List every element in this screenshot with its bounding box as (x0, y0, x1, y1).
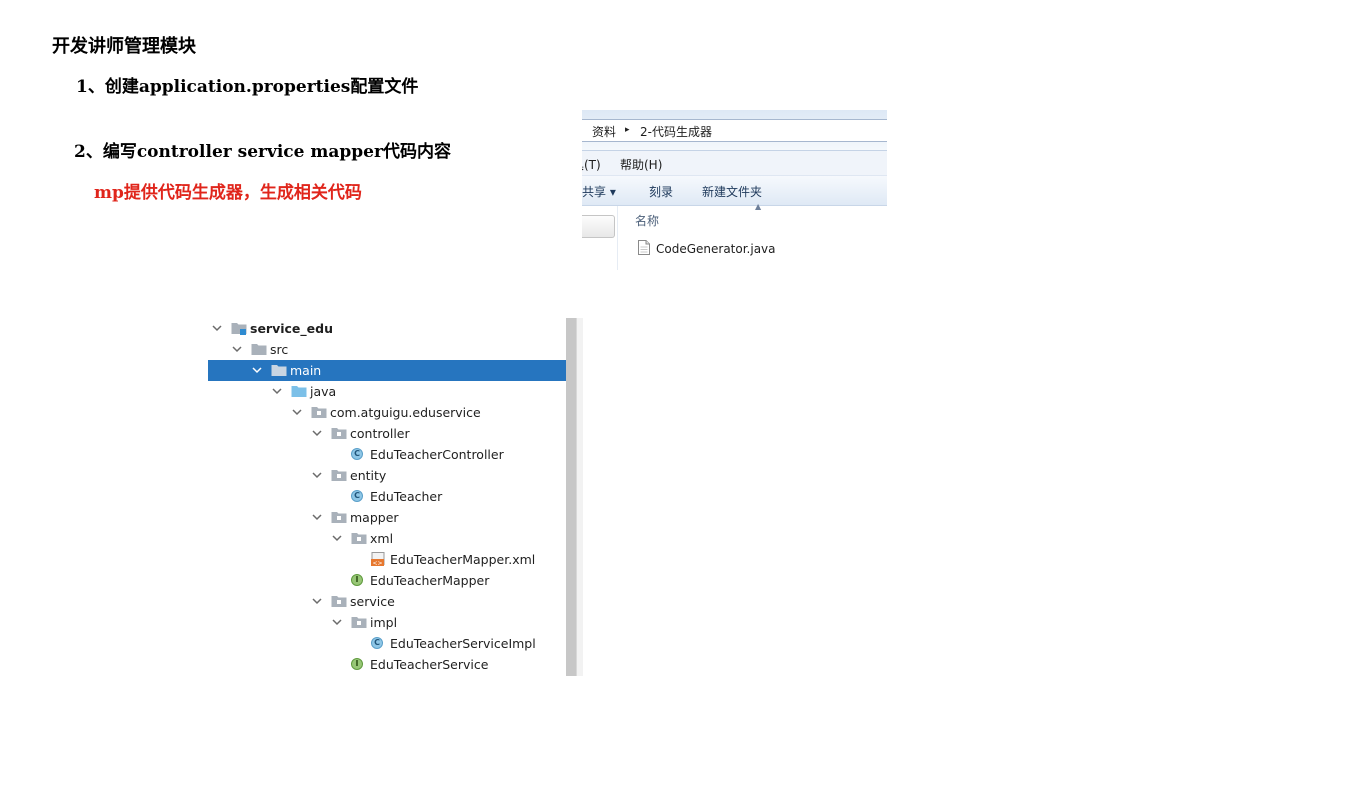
note-text: mp提供代码生成器，生成相关代码 (94, 183, 362, 203)
document-title: 开发讲师管理模块 (52, 36, 196, 57)
tree-item-src[interactable]: src (208, 339, 576, 360)
tree-item-impl[interactable]: impl (208, 612, 576, 633)
scrollbar-track (576, 318, 583, 676)
chevron-down-icon[interactable] (311, 511, 323, 523)
tree-item-label: mapper (350, 510, 399, 525)
menu-item-help[interactable]: 帮助(H) (620, 156, 662, 173)
chevron-down-icon[interactable] (291, 406, 303, 418)
tree-item-label: entity (350, 468, 387, 483)
tree-item-label: EduTeacherController (370, 447, 504, 462)
package-icon (351, 617, 367, 628)
column-header-name[interactable]: 名称 (635, 212, 659, 229)
java-class-icon: C (351, 448, 363, 460)
tree-item-eduteachermapper-xml[interactable]: <> EduTeacherMapper.xml (208, 549, 576, 570)
chevron-down-icon[interactable] (331, 532, 343, 544)
tree-item-com-atguigu-eduservice[interactable]: com.atguigu.eduservice (208, 402, 576, 423)
address-bar: 资料 ▸ 2-代码生成器 (582, 110, 887, 151)
tree-item-mapper[interactable]: mapper (208, 507, 576, 528)
tree-item-label: EduTeacherService (370, 657, 489, 672)
folder-icon (271, 365, 287, 376)
chevron-down-icon[interactable] (231, 343, 243, 355)
chevron-down-icon[interactable] (271, 385, 283, 397)
package-icon (311, 407, 327, 418)
tree-item-service[interactable]: service (208, 591, 576, 612)
xml-file-icon: <> (371, 552, 385, 566)
java-class-icon: C (351, 490, 363, 502)
tree-item-label: main (290, 363, 322, 378)
package-icon (331, 470, 347, 481)
share-button[interactable]: 共享 ▾ (582, 183, 616, 200)
tree-item-xml[interactable]: xml (208, 528, 576, 549)
package-icon (351, 533, 367, 544)
tree-item-label: controller (350, 426, 410, 441)
tree-item-service-edu[interactable]: service_edu (208, 318, 576, 339)
tree-item-controller[interactable]: controller (208, 423, 576, 444)
chevron-down-icon[interactable] (311, 469, 323, 481)
tree-item-label: impl (370, 615, 398, 630)
package-icon (331, 596, 347, 607)
nav-pane-item[interactable] (582, 215, 615, 238)
tree-item-label: service_edu (250, 321, 333, 336)
breadcrumb-item-generator[interactable]: 2-代码生成器 (640, 123, 712, 140)
package-icon (331, 512, 347, 523)
java-interface-icon: I (351, 658, 363, 670)
tree-item-eduteacherserviceimpl[interactable]: C EduTeacherServiceImpl (208, 633, 576, 654)
project-tree: service_edusrc main java com.atguigu.eduser… (208, 318, 583, 676)
breadcrumb[interactable]: 资料 ▸ 2-代码生成器 (582, 119, 887, 142)
file-explorer-screenshot: 资料 ▸ 2-代码生成器 具(T) 帮助(H) 共享 ▾ 刻录 新建文件夹 ▲ … (582, 110, 887, 270)
menu-item-tools[interactable]: 具(T) (582, 156, 601, 173)
tree-item-main[interactable]: main (208, 360, 576, 381)
tree-item-label: xml (370, 531, 394, 546)
sort-arrow-icon: ▲ (755, 202, 762, 211)
tree-item-eduteacher[interactable]: C EduTeacher (208, 486, 576, 507)
tree-item-entity[interactable]: entity (208, 465, 576, 486)
breadcrumb-item-ziliao[interactable]: 资料 (592, 123, 616, 140)
burn-button[interactable]: 刻录 (649, 183, 673, 200)
command-bar: 共享 ▾ 刻录 新建文件夹 (582, 176, 887, 206)
source-folder-icon (291, 386, 307, 397)
new-folder-button[interactable]: 新建文件夹 (702, 183, 762, 200)
tree-item-label: EduTeacherMapper.xml (390, 552, 536, 567)
navigation-pane (582, 206, 618, 270)
chevron-down-icon[interactable] (311, 427, 323, 439)
java-class-icon: C (371, 637, 383, 649)
chevron-down-icon[interactable] (211, 322, 223, 334)
scrollbar[interactable] (566, 318, 576, 676)
chevron-down-icon[interactable] (251, 364, 263, 376)
chevron-down-icon[interactable] (331, 616, 343, 628)
file-icon (638, 240, 650, 255)
package-icon (331, 428, 347, 439)
tree-item-eduteachercontroller[interactable]: C EduTeacherController (208, 444, 576, 465)
menu-bar: 具(T) 帮助(H) (582, 151, 887, 176)
tree-item-eduteachermapper[interactable]: I EduTeacherMapper (208, 570, 576, 591)
tree-item-java[interactable]: java (208, 381, 576, 402)
folder-icon (251, 344, 267, 355)
tree-item-label: service (350, 594, 395, 609)
tree-item-label: java (310, 384, 337, 399)
tree-item-eduteacherservice[interactable]: I EduTeacherService (208, 654, 576, 675)
java-interface-icon: I (351, 574, 363, 586)
step-1-text: 1、创建application.properties配置文件 (76, 77, 419, 97)
svg-text:<>: <> (372, 560, 382, 566)
tree-item-label: EduTeacherServiceImpl (390, 636, 536, 651)
file-codegenerator[interactable]: CodeGenerator.java (656, 242, 776, 256)
chevron-down-icon[interactable] (311, 595, 323, 607)
module-icon (231, 323, 247, 335)
tree-item-label: EduTeacherMapper (370, 573, 490, 588)
tree-item-label: EduTeacher (370, 489, 443, 504)
tree-item-label: src (270, 342, 289, 357)
step-2-text: 2、编写controller service mapper代码内容 (74, 142, 451, 162)
breadcrumb-separator-icon: ▸ (625, 125, 630, 135)
tree-item-label: com.atguigu.eduservice (330, 405, 481, 420)
